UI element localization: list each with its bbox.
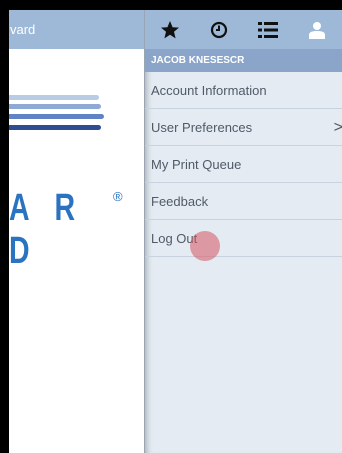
user-menu-list: Account Information User Preferences > M…: [145, 72, 342, 257]
logo-registered-mark: ®: [113, 189, 123, 204]
favorites-button[interactable]: [145, 10, 194, 49]
current-user-bar: JACOB KNESESCR: [145, 49, 342, 72]
list-icon: [257, 21, 278, 38]
app-header: vard: [9, 10, 144, 49]
user-button[interactable]: [292, 10, 341, 49]
brand-logo: A R D ®: [9, 82, 144, 272]
menu-item-label: My Print Queue: [151, 157, 242, 172]
click-indicator: [190, 231, 220, 261]
menu-item-account-information[interactable]: Account Information: [145, 72, 342, 109]
menu-item-label: Feedback: [151, 194, 209, 209]
star-icon: [160, 20, 179, 38]
user-menu-panel: JACOB KNESESCR Account Information User …: [144, 10, 342, 453]
logo-stripe: [9, 114, 104, 119]
window-frame-top: [0, 0, 342, 10]
user-icon: [308, 21, 325, 39]
menu-item-feedback[interactable]: Feedback: [145, 183, 342, 220]
menu-toolbar: [145, 10, 342, 49]
menu-item-log-out[interactable]: Log Out: [145, 220, 342, 257]
app-header-title: vard: [10, 22, 36, 37]
history-button[interactable]: [194, 10, 243, 49]
window-frame-left: [0, 0, 9, 453]
logo-stripe: [9, 95, 99, 100]
clock-icon: [210, 21, 227, 38]
logo-stripe: [9, 104, 101, 109]
chevron-right-icon: >: [333, 119, 342, 136]
list-button[interactable]: [243, 10, 292, 49]
user-name: JACOB KNESESCR: [151, 55, 245, 66]
menu-item-my-print-queue[interactable]: My Print Queue: [145, 146, 342, 183]
menu-item-label: User Preferences: [151, 120, 253, 135]
logo-wordmark: A R D: [9, 187, 85, 272]
menu-item-user-preferences[interactable]: User Preferences >: [145, 109, 342, 146]
main-app-pane: vard A R D ®: [9, 10, 144, 453]
menu-item-label: Account Information: [151, 83, 267, 98]
logo-stripe: [9, 125, 101, 130]
